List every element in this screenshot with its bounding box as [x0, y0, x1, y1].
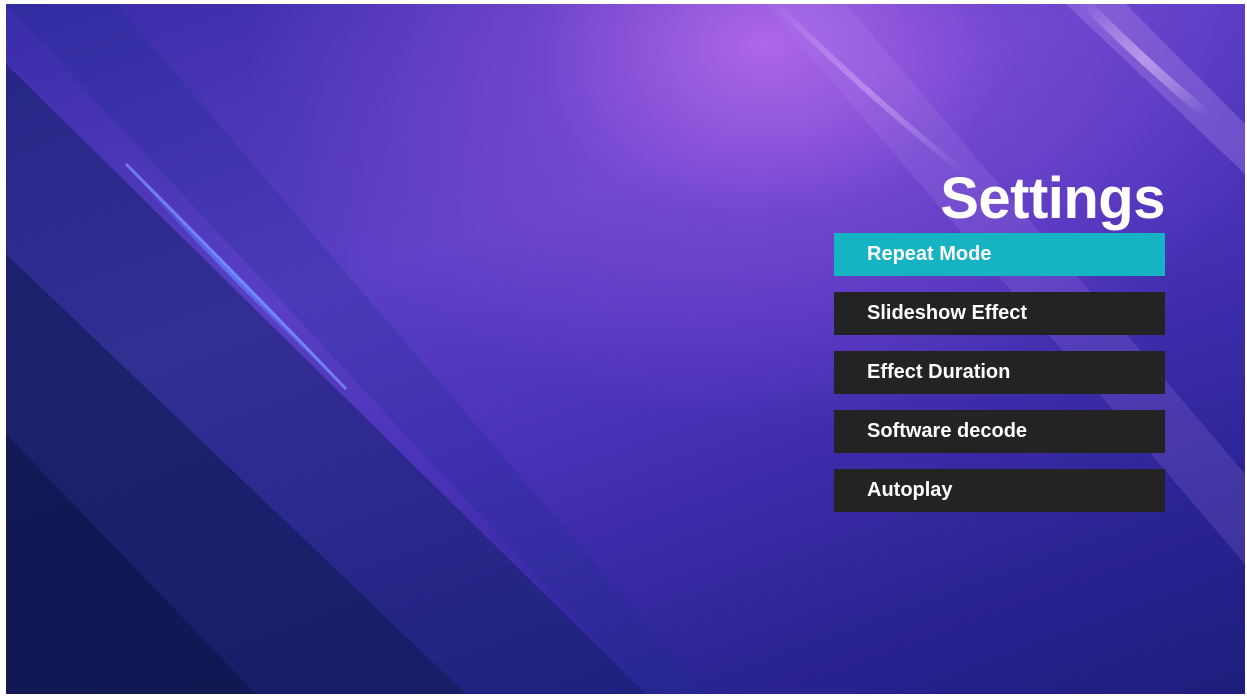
menu-item-autoplay[interactable]: Autoplay: [834, 469, 1165, 512]
page-title: Settings: [940, 166, 1165, 231]
menu-item-effect-duration[interactable]: Effect Duration: [834, 351, 1165, 394]
settings-screen: Settings Repeat Mode Slideshow Effect Ef…: [6, 4, 1245, 694]
menu-item-slideshow-effect[interactable]: Slideshow Effect: [834, 292, 1165, 335]
menu-item-software-decode[interactable]: Software decode: [834, 410, 1165, 453]
menu-item-repeat-mode[interactable]: Repeat Mode: [834, 233, 1165, 276]
settings-menu: Repeat Mode Slideshow Effect Effect Dura…: [834, 233, 1165, 528]
